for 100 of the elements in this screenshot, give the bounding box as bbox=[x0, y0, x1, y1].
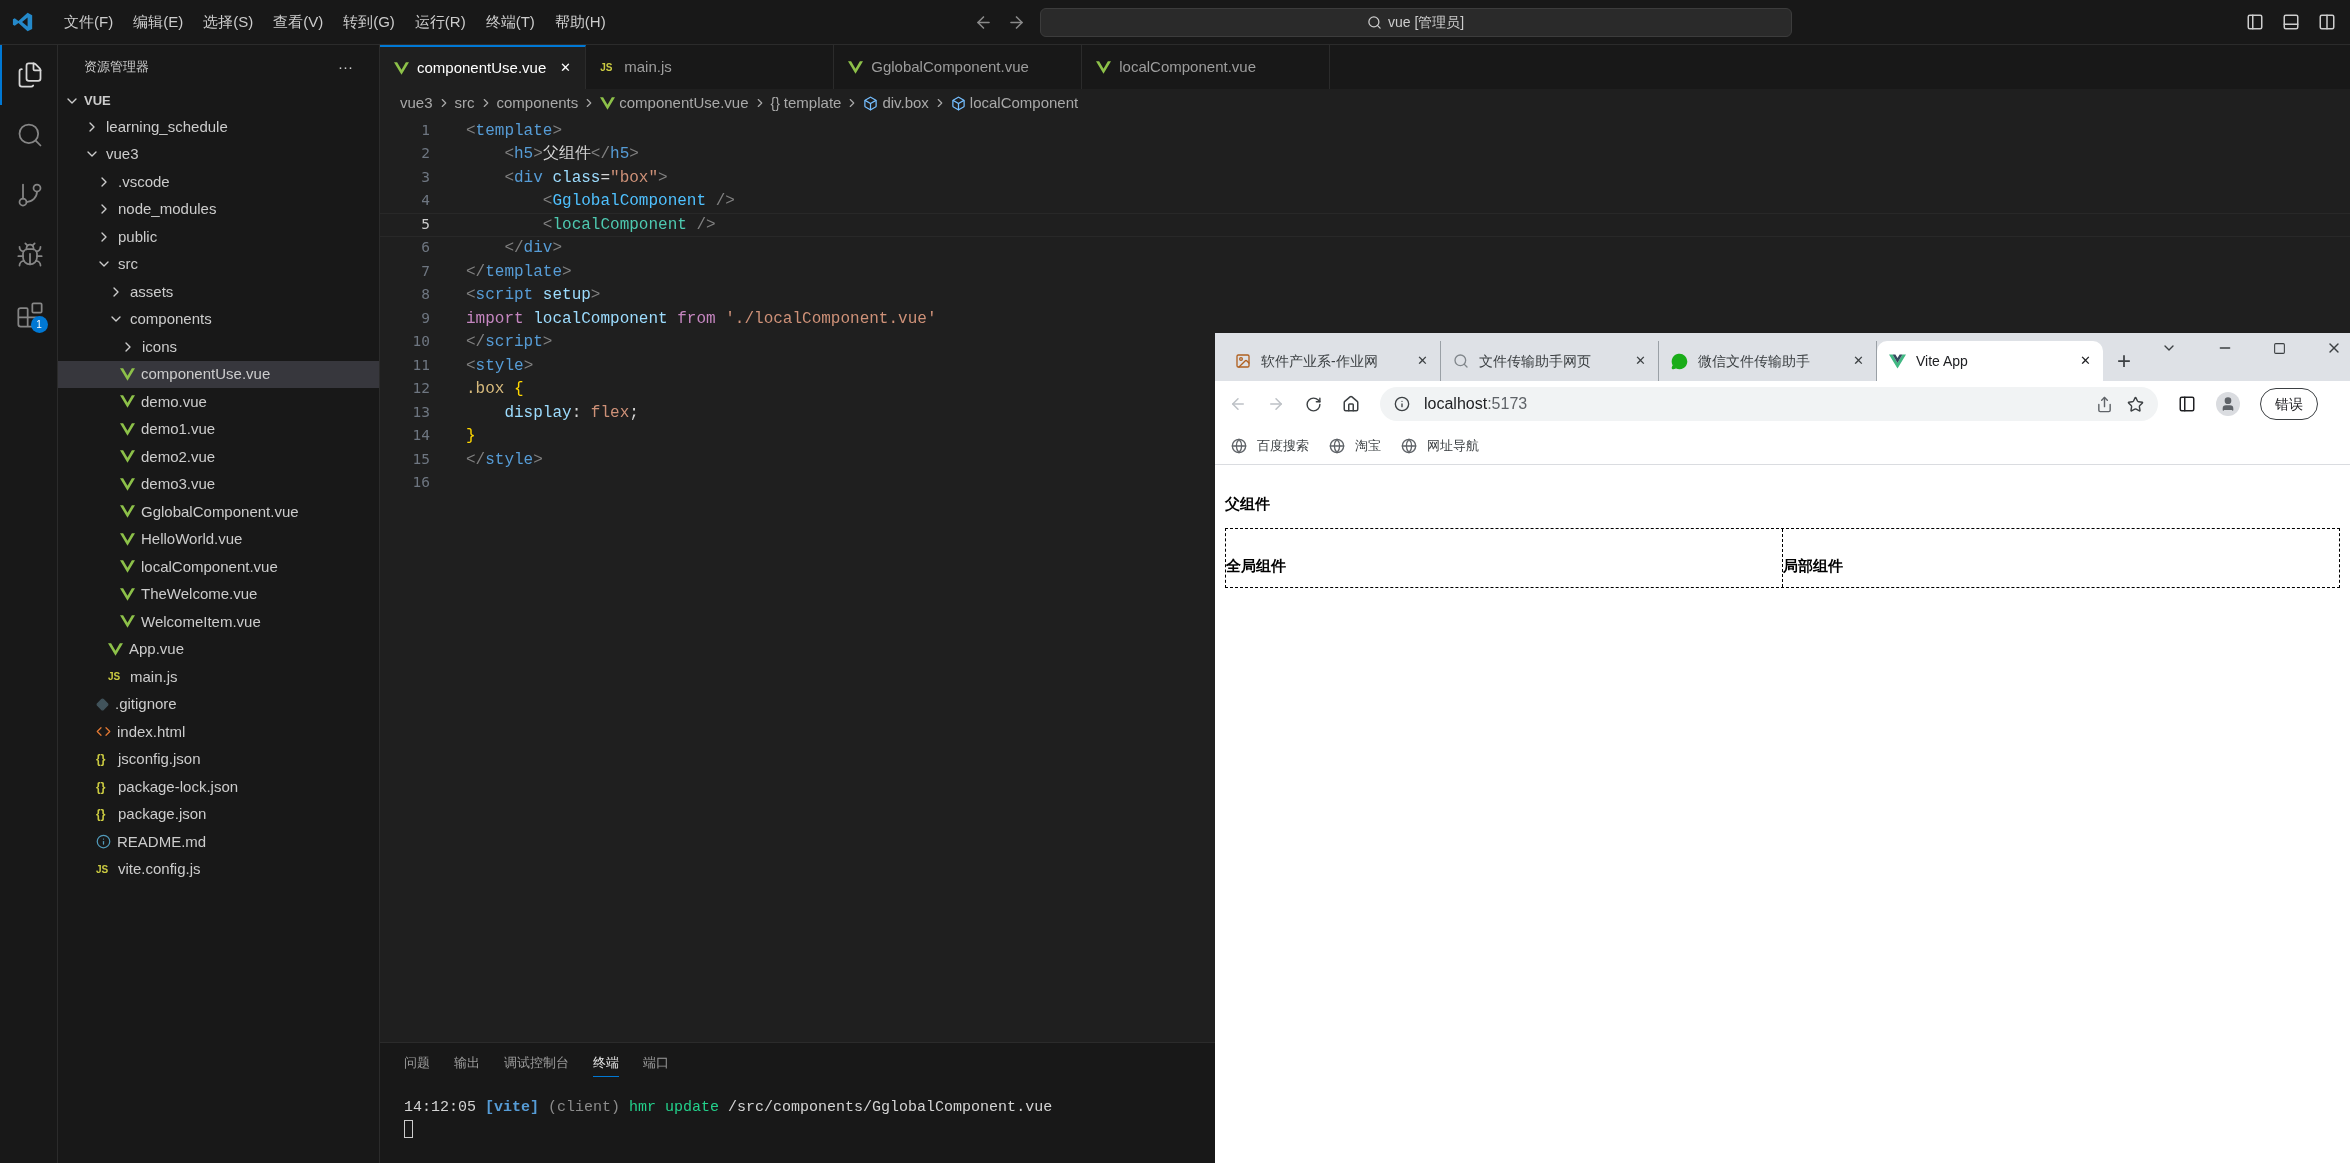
explorer-item[interactable]: README.md bbox=[58, 828, 379, 856]
close-icon[interactable]: ✕ bbox=[1853, 351, 1864, 371]
menu-item[interactable]: 查看(V) bbox=[263, 10, 334, 34]
panel-tab[interactable]: 端口 bbox=[643, 1049, 669, 1077]
tab-label: main.js bbox=[624, 56, 672, 77]
maximize-icon[interactable] bbox=[2273, 341, 2286, 355]
activity-button[interactable]: 1 bbox=[0, 285, 58, 345]
close-icon[interactable]: ✕ bbox=[2080, 351, 2091, 371]
panel-tab[interactable]: 问题 bbox=[404, 1049, 430, 1077]
vue-logo-icon bbox=[120, 395, 135, 409]
explorer-item[interactable]: demo3.vue bbox=[58, 470, 379, 498]
explorer-item[interactable]: learning_schedule bbox=[58, 113, 379, 141]
editor-tab[interactable]: localComponent.vue bbox=[1082, 45, 1331, 89]
line-number: 10 bbox=[411, 332, 430, 352]
panel-tab[interactable]: 输出 bbox=[454, 1049, 480, 1077]
panel-tab[interactable]: 调试控制台 bbox=[504, 1049, 569, 1077]
explorer-item[interactable]: WelcomeItem.vue bbox=[58, 608, 379, 636]
vue-logo-icon bbox=[108, 642, 123, 656]
explorer-item[interactable]: componentUse.vue bbox=[58, 360, 379, 388]
explorer-item[interactable]: demo.vue bbox=[58, 388, 379, 416]
explorer-item[interactable]: public bbox=[58, 223, 379, 251]
command-center-search[interactable]: vue [管理员] bbox=[1039, 7, 1792, 37]
side-panel-icon[interactable] bbox=[2178, 395, 2196, 413]
file-name: .vscode bbox=[118, 171, 170, 192]
vue-logo-icon bbox=[120, 450, 135, 464]
line-number: 1 bbox=[420, 120, 430, 140]
file-name: vite.config.js bbox=[118, 859, 201, 879]
explorer-item[interactable]: HelloWorld.vue bbox=[58, 525, 379, 553]
workspace-header[interactable]: VUE bbox=[58, 89, 379, 113]
explorer-item[interactable]: demo2.vue bbox=[58, 443, 379, 471]
line-number: 4 bbox=[420, 191, 430, 211]
explorer-item[interactable]: demo1.vue bbox=[58, 415, 379, 443]
browser-tab[interactable]: 文件传输助手网页 ✕ bbox=[1441, 341, 1659, 381]
explorer-item[interactable]: JS vite.config.js bbox=[58, 855, 379, 883]
editor-tab[interactable]: GglobalComponent.vue bbox=[834, 45, 1083, 89]
breadcrumb-item[interactable]: src bbox=[454, 91, 475, 115]
breadcrumb-item[interactable]: vue3 bbox=[400, 91, 433, 115]
bookmark-star-icon[interactable] bbox=[2127, 395, 2144, 413]
explorer-item[interactable]: GglobalComponent.vue bbox=[58, 498, 379, 526]
close-icon[interactable]: ✕ bbox=[1417, 351, 1428, 371]
file-name: demo2.vue bbox=[141, 446, 216, 467]
browser-tab[interactable]: Vite App ✕ bbox=[1877, 341, 2103, 381]
site-info-icon[interactable] bbox=[1394, 396, 1410, 412]
explorer-item[interactable]: index.html bbox=[58, 718, 379, 746]
explorer-item[interactable]: icons bbox=[58, 333, 379, 361]
menu-item[interactable]: 帮助(H) bbox=[544, 10, 616, 34]
file-name: demo.vue bbox=[141, 391, 207, 412]
bookmark[interactable]: 网址导航 bbox=[1401, 435, 1479, 456]
explorer-item[interactable]: .gitignore bbox=[58, 690, 379, 718]
line-number: 14 bbox=[411, 426, 430, 446]
explorer-item[interactable]: {} package-lock.json bbox=[58, 773, 379, 801]
close-icon[interactable]: ✕ bbox=[1635, 351, 1646, 371]
menu-item[interactable]: 选择(S) bbox=[193, 10, 264, 34]
close-icon[interactable]: ✕ bbox=[560, 58, 572, 78]
profile-avatar[interactable] bbox=[2216, 392, 2240, 416]
vue-logo-icon bbox=[120, 560, 135, 574]
share-icon[interactable] bbox=[2096, 395, 2113, 413]
explorer-item[interactable]: assets bbox=[58, 278, 379, 306]
extensions-icon bbox=[15, 301, 44, 329]
explorer-item[interactable]: .vscode bbox=[58, 168, 379, 196]
menu-item[interactable]: 编辑(E) bbox=[123, 10, 194, 34]
explorer-item[interactable]: localComponent.vue bbox=[58, 553, 379, 581]
breadcrumb-item[interactable]: div.box bbox=[882, 91, 929, 115]
menu-item[interactable]: 运行(R) bbox=[404, 10, 476, 34]
editor-tab[interactable]: componentUse.vue ✕ bbox=[380, 45, 587, 89]
new-tab-button[interactable]: + bbox=[2103, 341, 2145, 381]
code-line: </template> bbox=[466, 261, 572, 283]
panel-title: 资源管理器 bbox=[84, 58, 149, 77]
toggle-sidebar-icon[interactable] bbox=[2246, 13, 2264, 31]
bookmark[interactable]: 淘宝 bbox=[1329, 435, 1381, 456]
explorer-item[interactable]: {} jsconfig.json bbox=[58, 745, 379, 773]
file-name: jsconfig.json bbox=[118, 749, 201, 769]
breadcrumb-item[interactable]: template bbox=[783, 91, 842, 115]
menu-item[interactable]: 终端(T) bbox=[475, 10, 545, 34]
explorer-item[interactable]: JS main.js bbox=[58, 663, 379, 691]
breadcrumb-item[interactable]: localComponent bbox=[969, 91, 1079, 115]
more-actions-button[interactable]: ··· bbox=[338, 55, 353, 79]
vue-logo-icon bbox=[120, 615, 135, 629]
toggle-panel-icon[interactable] bbox=[2282, 13, 2300, 31]
menu-item[interactable]: 文件(F) bbox=[54, 10, 124, 34]
toggle-secondary-sidebar-icon[interactable] bbox=[2318, 13, 2336, 31]
file-name: components bbox=[130, 309, 212, 329]
breadcrumb-item[interactable]: components bbox=[496, 91, 579, 115]
home-icon[interactable] bbox=[1342, 395, 1360, 413]
explorer-item[interactable]: App.vue bbox=[58, 635, 379, 663]
explorer-item[interactable]: node_modules bbox=[58, 195, 379, 223]
explorer-item[interactable]: TheWelcome.vue bbox=[58, 580, 379, 608]
explorer-item[interactable]: src bbox=[58, 250, 379, 278]
explorer-item[interactable]: {} package.json bbox=[58, 800, 379, 828]
panel-tab[interactable]: 终端 bbox=[593, 1049, 619, 1077]
editor-tab[interactable]: JS main.js bbox=[586, 45, 835, 89]
breadcrumb-item[interactable]: componentUse.vue bbox=[619, 91, 749, 115]
explorer-item[interactable]: components bbox=[58, 305, 379, 333]
bookmark[interactable]: 百度搜索 bbox=[1231, 435, 1309, 456]
explorer-item[interactable]: vue3 bbox=[58, 140, 379, 168]
json-file-icon: {} bbox=[96, 805, 112, 824]
reload-icon[interactable] bbox=[1305, 395, 1322, 413]
menu-item[interactable]: 转到(G) bbox=[333, 10, 405, 34]
address-bar[interactable]: localhost:5173 bbox=[1380, 387, 2158, 421]
browser-tab[interactable]: 软件产业系-作业网 ✕ bbox=[1223, 341, 1441, 381]
